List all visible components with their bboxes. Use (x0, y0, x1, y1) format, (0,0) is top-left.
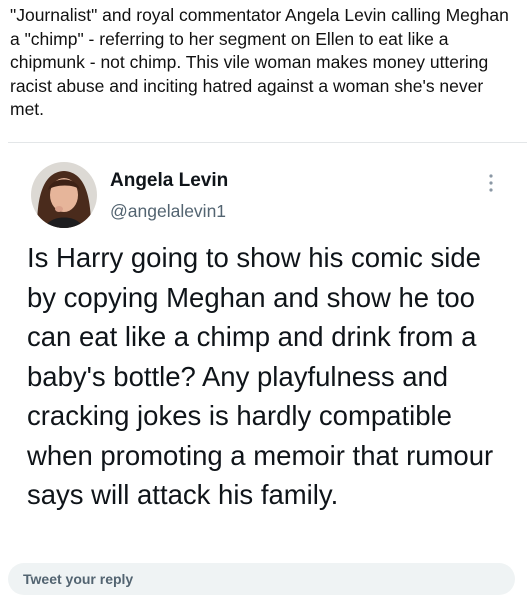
avatar[interactable] (31, 162, 97, 228)
tweet-card: Angela Levin @angelalevin1 Is Harry goin… (8, 142, 527, 555)
avatar-image (31, 162, 97, 228)
more-vertical-dots-icon[interactable] (485, 172, 497, 194)
author-name[interactable]: Angela Levin (110, 170, 228, 192)
tweet-text: Is Harry going to show his comic side by… (27, 242, 494, 510)
reply-input[interactable]: Tweet your reply (8, 563, 515, 595)
author-handle[interactable]: @angelalevin1 (110, 201, 226, 222)
post-caption: "Journalist" and royal commentator Angel… (10, 5, 509, 119)
